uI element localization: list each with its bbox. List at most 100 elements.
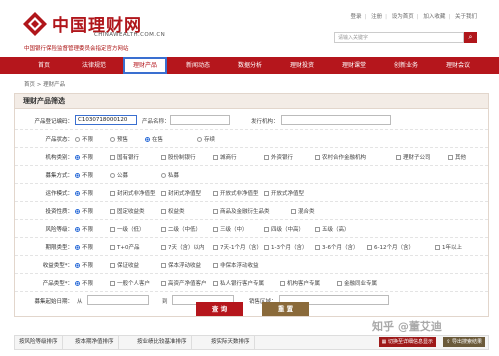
risk-option[interactable]: 不限: [75, 225, 93, 233]
sort-by-days[interactable]: 按实际天数排序: [207, 336, 255, 349]
term-option[interactable]: 不限: [75, 243, 93, 251]
nav-item-classroom[interactable]: 理财课堂: [328, 57, 380, 74]
login-link[interactable]: 登录: [350, 14, 361, 20]
operation-option[interactable]: 开放式非净值型: [213, 189, 259, 197]
sort-by-benchmark[interactable]: 按业绩比较基准排序: [133, 336, 192, 349]
risk-option[interactable]: 一级（低）: [110, 225, 145, 233]
add-favorite-link[interactable]: 加入收藏: [423, 14, 445, 20]
sort-by-risk[interactable]: 按风险等级排序: [15, 336, 63, 349]
register-link[interactable]: 注册: [371, 14, 382, 20]
about-us-link[interactable]: 关于我们: [455, 14, 477, 20]
income-label: 收益类型*：: [42, 263, 73, 269]
income-option[interactable]: 保证收益: [110, 261, 139, 269]
filter-row-income: 收益类型*： 不限 保证收益 保本浮动收益 非保本浮动收益: [15, 255, 488, 274]
term-option[interactable]: 6-12个月（含）: [367, 243, 414, 251]
org-option[interactable]: 农村合作金融机构: [315, 153, 366, 161]
checkbox-icon: [110, 263, 115, 268]
risk-option[interactable]: 五级（高）: [315, 225, 350, 233]
nav-item-law[interactable]: 法律规范: [68, 57, 120, 74]
org-option[interactable]: 理财子公司: [396, 153, 431, 161]
set-homepage-link[interactable]: 设为首页: [392, 14, 414, 20]
org-option[interactable]: 其他: [448, 153, 466, 161]
org-option[interactable]: 国有银行: [110, 153, 139, 161]
customer-option[interactable]: 机构客户专属: [280, 279, 320, 287]
income-option[interactable]: 不限: [75, 261, 93, 269]
risk-option[interactable]: 二级（中低）: [161, 225, 201, 233]
search-button[interactable]: ⌕: [464, 32, 477, 43]
sort-by-nav[interactable]: 按本期净值排序: [71, 336, 119, 349]
org-option[interactable]: 城商行: [213, 153, 237, 161]
term-option[interactable]: 3-6个月（含）: [315, 243, 358, 251]
issuer-input[interactable]: [281, 115, 391, 125]
checkbox-icon: [264, 245, 269, 250]
customer-option[interactable]: 金融同业专属: [337, 279, 377, 287]
invest-option[interactable]: 固定收益类: [110, 207, 145, 215]
panel-title: 理财产品筛选: [15, 94, 488, 109]
checkbox-icon: [337, 281, 342, 286]
term-option[interactable]: T+0产品: [110, 243, 139, 251]
export-button[interactable]: ⇪ 导出搜索结果: [443, 337, 485, 347]
nav-item-products[interactable]: 理财产品: [123, 57, 167, 74]
radio-icon: [161, 173, 166, 178]
switch-detail-button[interactable]: ▦ 切换至详细信息显示: [378, 337, 436, 347]
operation-option[interactable]: 封闭式非净值型: [110, 189, 156, 197]
radio-selected-icon: [75, 155, 80, 160]
invest-option[interactable]: 混合类: [291, 207, 315, 215]
date-from-input[interactable]: [87, 295, 149, 305]
status-option[interactable]: 存续: [197, 135, 215, 143]
operation-option[interactable]: 开放式净值型: [264, 189, 304, 197]
org-option[interactable]: 不限: [75, 153, 93, 161]
main-nav: 首页 法律规范 理财产品 新闻动态 数据分析 理财投资 理财课堂 创新业务 理财…: [0, 57, 499, 74]
nav-item-innovation[interactable]: 创新业务: [380, 57, 432, 74]
checkbox-icon: [213, 263, 218, 268]
checkbox-icon: [161, 191, 166, 196]
customer-option[interactable]: 一般个人客户: [110, 279, 150, 287]
product-name-input[interactable]: [170, 115, 230, 125]
raise-option[interactable]: 公募: [110, 171, 128, 179]
risk-option[interactable]: 四级（中高）: [264, 225, 304, 233]
raise-label: 募集方式：: [45, 173, 73, 179]
invest-option[interactable]: 不限: [75, 207, 93, 215]
nav-item-news[interactable]: 新闻动态: [172, 57, 224, 74]
term-option[interactable]: 7天-1个月（含）: [213, 243, 262, 251]
operation-option[interactable]: 不限: [75, 189, 93, 197]
checkbox-icon: [315, 227, 320, 232]
checkbox-icon: [435, 245, 440, 250]
query-button[interactable]: 查 询: [196, 302, 243, 316]
risk-option[interactable]: 三级（中）: [213, 225, 248, 233]
income-option[interactable]: 非保本浮动收益: [213, 261, 259, 269]
customer-option[interactable]: 高资产净值客户: [161, 279, 207, 287]
nav-item-conference[interactable]: 理财会议: [432, 57, 484, 74]
checkbox-icon: [315, 155, 320, 160]
raise-option[interactable]: 不限: [75, 171, 93, 179]
income-option[interactable]: 保本浮动收益: [161, 261, 201, 269]
nav-item-data[interactable]: 数据分析: [224, 57, 276, 74]
reset-button[interactable]: 重 置: [262, 302, 309, 316]
risk-label: 风险等级：: [45, 227, 73, 233]
invest-option[interactable]: 权益类: [161, 207, 185, 215]
org-option[interactable]: 外资银行: [264, 153, 293, 161]
filter-row-customer: 产品类型*： 不限 一般个人客户 高资产净值客户 私人银行客户专属 机构客户专属…: [15, 273, 488, 292]
term-option[interactable]: 7天（含）以内: [161, 243, 205, 251]
raise-option[interactable]: 私募: [161, 171, 179, 179]
operation-option[interactable]: 封闭式净值型: [161, 189, 201, 197]
product-code-input[interactable]: C1030718000120: [75, 115, 137, 125]
customer-option[interactable]: 私人银行客户专属: [213, 279, 264, 287]
code-label: 产品登记编码：: [34, 119, 73, 125]
filter-row-raise: 募集方式： 不限 公募 私募: [15, 165, 488, 184]
term-option[interactable]: 1年以上: [435, 243, 462, 251]
status-option[interactable]: 预售: [110, 135, 128, 143]
checkbox-icon: [161, 227, 166, 232]
sort-bar: 按风险等级排序 按本期净值排序 按业绩比较基准排序 按实际天数排序 ▦ 切换至详…: [14, 335, 489, 350]
search-input[interactable]: 请输入关键字: [334, 32, 464, 43]
checkbox-icon: [213, 281, 218, 286]
status-option[interactable]: 不限: [75, 135, 93, 143]
term-option[interactable]: 1-3个月（含）: [264, 243, 307, 251]
org-option[interactable]: 股份制银行: [161, 153, 196, 161]
term-label: 期限类型：: [45, 245, 73, 251]
nav-item-invest[interactable]: 理财投资: [276, 57, 328, 74]
invest-option[interactable]: 商品及金融衍生品类: [213, 207, 270, 215]
nav-item-home[interactable]: 首页: [20, 57, 68, 74]
customer-option[interactable]: 不限: [75, 279, 93, 287]
status-option[interactable]: 在售: [145, 135, 163, 143]
